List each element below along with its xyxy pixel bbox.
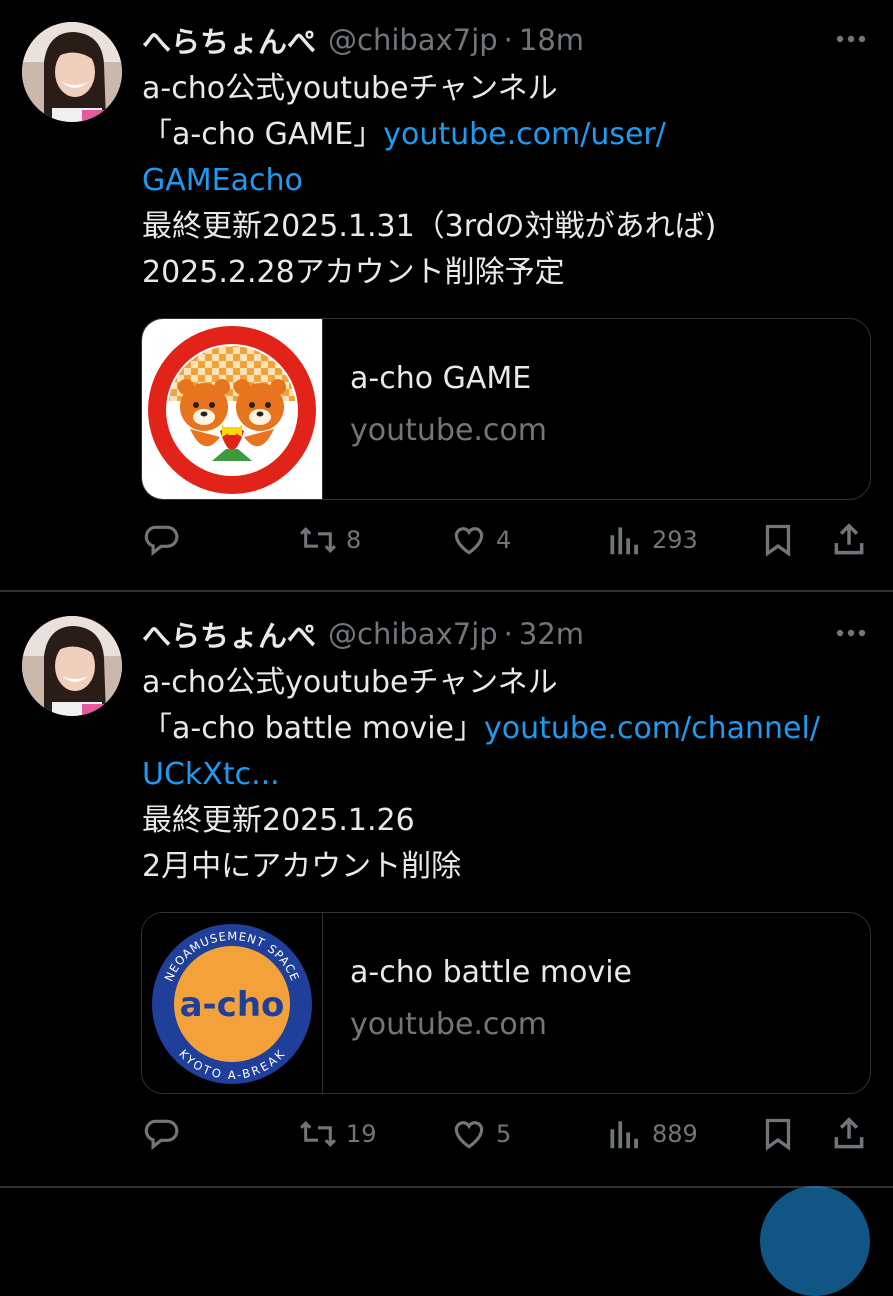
- text-segment: 「a-cho battle movie」: [142, 711, 485, 746]
- retweet-icon: [298, 1115, 338, 1153]
- card-thumbnail: [142, 319, 323, 499]
- avatar[interactable]: [22, 22, 122, 122]
- a-cho-game-logo: [148, 326, 316, 494]
- tweet-divider: [0, 1186, 893, 1188]
- like-icon: [450, 521, 488, 559]
- card-thumbnail: NEOAMUSEMENT SPACE KYOTO A-BREAK a-cho: [142, 913, 323, 1093]
- display-name[interactable]: へらちょんぺ: [142, 613, 316, 655]
- retweet-count: 19: [346, 1120, 377, 1148]
- logo-text: a-cho: [180, 985, 285, 1025]
- link-card[interactable]: a-cho GAME youtube.com: [141, 318, 871, 500]
- tweet-text-line: 最終更新2025.1.31（3rdの対戦があれば): [142, 204, 877, 250]
- tweet-text: a-cho公式youtubeチャンネル 「a-cho GAME」youtube.…: [142, 66, 877, 296]
- like-count: 5: [496, 1120, 512, 1148]
- reply-button[interactable]: [142, 518, 180, 562]
- retweet-button[interactable]: 19: [298, 1112, 377, 1156]
- action-bar: 8 4 293: [142, 518, 872, 562]
- tweet-text-line: 「a-cho battle movie」youtube.com/channel/: [142, 706, 877, 752]
- more-icon[interactable]: [831, 618, 871, 648]
- more-icon[interactable]: [831, 24, 871, 54]
- like-button[interactable]: 5: [450, 1112, 511, 1156]
- tweet-text-line: 2月中にアカウント削除: [142, 844, 877, 890]
- views-count: 889: [652, 1120, 698, 1148]
- text-segment: a-cho公式youtubeチャンネル: [142, 71, 558, 106]
- user-handle[interactable]: @chibax7jp: [328, 23, 498, 57]
- reply-icon: [142, 521, 180, 559]
- retweet-count: 8: [346, 526, 362, 554]
- text-segment: 「a-cho GAME」: [142, 117, 384, 152]
- share-button[interactable]: [830, 518, 868, 562]
- card-domain: youtube.com: [350, 413, 548, 448]
- url-link[interactable]: GAMEacho: [142, 163, 303, 198]
- like-count: 4: [496, 526, 512, 554]
- url-link[interactable]: youtube.com/user/: [383, 117, 666, 152]
- url-link[interactable]: UCkXtc...: [142, 757, 280, 792]
- card-title: a-cho battle movie: [350, 955, 633, 990]
- retweet-button[interactable]: 8: [298, 518, 361, 562]
- text-segment: 2月中にアカウント削除: [142, 849, 462, 884]
- retweet-icon: [298, 521, 338, 559]
- share-icon: [830, 521, 868, 559]
- text-segment: 最終更新2025.1.26: [142, 803, 415, 838]
- tweet-header: へらちょんぺ @chibax7jp · 18m: [142, 20, 584, 60]
- views-icon: [606, 521, 644, 559]
- like-button[interactable]: 4: [450, 518, 511, 562]
- tweet-header: へらちょんぺ @chibax7jp · 32m: [142, 614, 584, 654]
- reply-button[interactable]: [142, 1112, 180, 1156]
- timestamp[interactable]: 32m: [519, 617, 584, 651]
- tweet-text-line: a-cho公式youtubeチャンネル: [142, 660, 877, 706]
- action-bar: 19 5 889: [142, 1112, 872, 1156]
- url-link[interactable]: youtube.com/channel/: [484, 711, 820, 746]
- views-button[interactable]: 293: [606, 518, 698, 562]
- separator-dot: ·: [503, 617, 513, 651]
- text-segment: 2025.2.28アカウント削除予定: [142, 255, 565, 290]
- link-card[interactable]: NEOAMUSEMENT SPACE KYOTO A-BREAK a-cho a…: [141, 912, 871, 1094]
- bookmark-button[interactable]: [760, 1112, 796, 1156]
- like-icon: [450, 1115, 488, 1153]
- text-segment: a-cho公式youtubeチャンネル: [142, 665, 558, 700]
- views-button[interactable]: 889: [606, 1112, 698, 1156]
- tweet-text-line: 最終更新2025.1.26: [142, 798, 877, 844]
- tweet-divider: [0, 590, 893, 592]
- text-segment: 最終更新2025.1.31（3rdの対戦があれば): [142, 209, 717, 244]
- user-handle[interactable]: @chibax7jp: [328, 617, 498, 651]
- bookmark-icon: [760, 1115, 796, 1153]
- reply-icon: [142, 1115, 180, 1153]
- card-title: a-cho GAME: [350, 361, 532, 396]
- timestamp[interactable]: 18m: [519, 23, 584, 57]
- separator-dot: ·: [503, 23, 513, 57]
- views-count: 293: [652, 526, 698, 554]
- tweet-text: a-cho公式youtubeチャンネル 「a-cho battle movie」…: [142, 660, 877, 890]
- bookmark-icon: [760, 521, 796, 559]
- a-cho-battle-logo: NEOAMUSEMENT SPACE KYOTO A-BREAK a-cho: [152, 924, 312, 1084]
- share-button[interactable]: [830, 1112, 868, 1156]
- tweet[interactable]: へらちょんぺ @chibax7jp · 18m a-cho公式youtubeチャ…: [0, 0, 893, 592]
- bookmark-button[interactable]: [760, 518, 796, 562]
- tweet-text-line: 「a-cho GAME」youtube.com/user/: [142, 112, 877, 158]
- avatar[interactable]: [22, 616, 122, 716]
- tweet[interactable]: へらちょんぺ @chibax7jp · 32m a-cho公式youtubeチャ…: [0, 594, 893, 1188]
- share-icon: [830, 1115, 868, 1153]
- display-name[interactable]: へらちょんぺ: [142, 19, 316, 61]
- views-icon: [606, 1115, 644, 1153]
- tweet-text-line: 2025.2.28アカウント削除予定: [142, 250, 877, 296]
- tweet-text-line: GAMEacho: [142, 158, 877, 204]
- tweet-text-line: a-cho公式youtubeチャンネル: [142, 66, 877, 112]
- tweet-text-line: UCkXtc...: [142, 752, 877, 798]
- compose-button[interactable]: [760, 1186, 870, 1296]
- card-domain: youtube.com: [350, 1007, 548, 1042]
